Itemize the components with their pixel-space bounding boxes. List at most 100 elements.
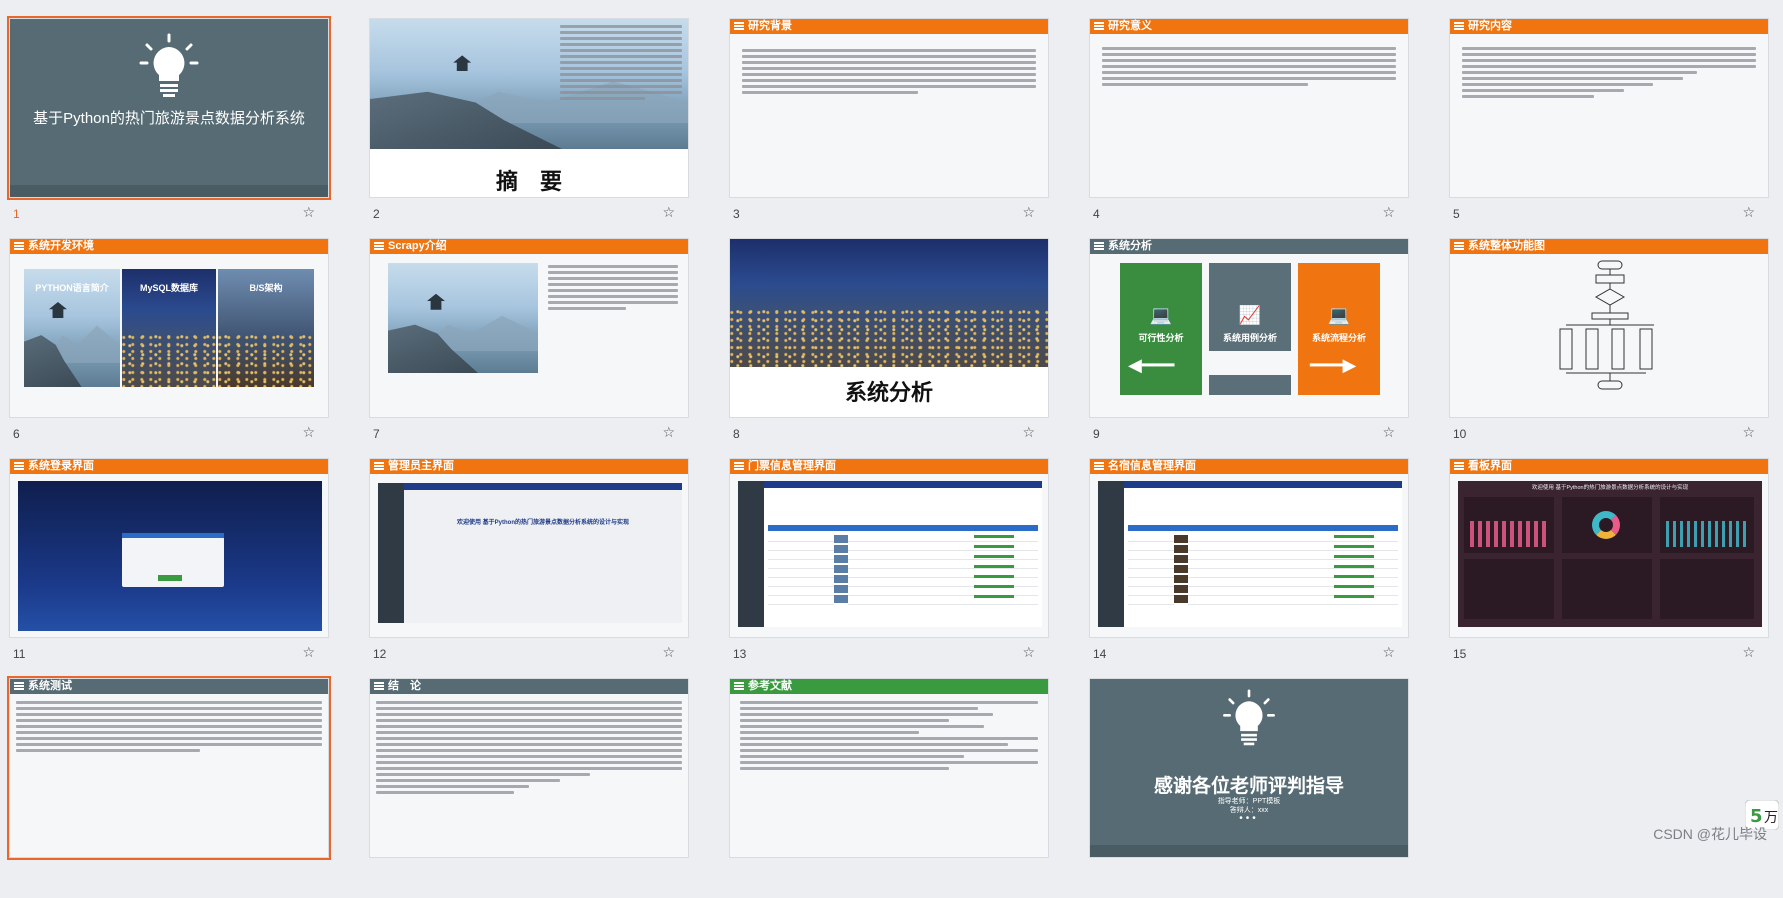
landscape-image: [388, 263, 538, 373]
slide-cell-7: Scrapy介绍 7 ☆: [369, 238, 689, 458]
star-icon[interactable]: ☆: [1022, 644, 1035, 661]
menu-icon: [14, 242, 24, 250]
box-label: 可行性分析: [1120, 331, 1202, 344]
slide-number: 4: [1093, 207, 1100, 221]
slide-number: 1: [13, 207, 20, 221]
slide-cell-9: 系统分析 💻 📈 💻 可行性分析 系统用例分析 系统流程分析 ◀━━━ ━━━▶…: [1089, 238, 1409, 458]
star-icon[interactable]: ☆: [302, 424, 315, 441]
slide-cell-19: 感谢各位老师评判指导 指导老师：PPT模板 答辩人：xxx •••: [1089, 678, 1409, 898]
star-icon[interactable]: ☆: [1742, 424, 1755, 441]
box-label: 系统流程分析: [1298, 331, 1380, 344]
laptop-icon: 💻: [1120, 305, 1202, 326]
slide-cell-17: 结 论: [369, 678, 689, 898]
lightbulb-icon: [1222, 689, 1276, 747]
slide-thumbnail-14[interactable]: 名宿信息管理界面: [1089, 458, 1409, 638]
menu-icon: [1454, 22, 1464, 30]
slide-thumbnail-17[interactable]: 结 论: [369, 678, 689, 858]
slide-title: 摘 要: [370, 164, 688, 196]
star-icon[interactable]: ☆: [1022, 424, 1035, 441]
slide-thumbnail-18[interactable]: 参考文献: [729, 678, 1049, 858]
star-icon[interactable]: ☆: [1742, 644, 1755, 661]
slide-header: 系统整体功能图: [1450, 239, 1768, 254]
slide-body-text: [740, 701, 1038, 773]
slide-header: 名宿信息管理界面: [1090, 459, 1408, 474]
slide-header: Scrapy介绍: [370, 239, 688, 254]
slide-cell-11: 系统登录界面 11 ☆: [9, 458, 329, 678]
chart-icon: 📈: [1209, 305, 1291, 326]
welcome-text: 欢迎使用 基于Python的热门旅游景点数据分析系统的设计与实现: [406, 517, 680, 526]
slide-number: 6: [13, 427, 20, 441]
slide-thumbnail-4[interactable]: 研究意义: [1089, 18, 1409, 198]
menu-icon: [374, 462, 384, 470]
star-icon[interactable]: ☆: [1382, 424, 1395, 441]
box-label: 系统用例分析: [1209, 331, 1291, 344]
slide-cell-18: 参考文献: [729, 678, 1049, 898]
star-icon[interactable]: ☆: [1382, 204, 1395, 221]
slide-thumbnail-10[interactable]: 系统整体功能图: [1449, 238, 1769, 418]
slide-cell-10: 系统整体功能图 10 ☆: [1449, 238, 1769, 458]
city-image: [730, 239, 1049, 367]
star-icon[interactable]: ☆: [302, 644, 315, 661]
slide-header-label: Scrapy介绍: [388, 240, 447, 252]
tile-label: MySQL数据库: [122, 281, 216, 294]
slide-header-label: 门票信息管理界面: [748, 460, 836, 472]
slide-sorter-grid: 基于Python的热门旅游景点数据分析系统 1 ☆ 摘 要 2 ☆ 研究背景 3…: [9, 18, 1769, 898]
star-icon[interactable]: ☆: [662, 204, 675, 221]
slide-cell-3: 研究背景 3 ☆: [729, 18, 1049, 238]
slide-thumbnail-8[interactable]: 系统分析: [729, 238, 1049, 418]
slide-thumbnail-1[interactable]: 基于Python的热门旅游景点数据分析系统: [9, 18, 329, 198]
slide-cell-13: 门票信息管理界面 13 ☆: [729, 458, 1049, 678]
menu-icon: [1094, 22, 1104, 30]
slide-thumbnail-5[interactable]: 研究内容: [1449, 18, 1769, 198]
star-icon[interactable]: ☆: [662, 644, 675, 661]
slide-title: 基于Python的热门旅游景点数据分析系统: [10, 107, 328, 128]
slide-header-label: 系统分析: [1108, 240, 1152, 252]
login-screenshot: [18, 481, 322, 631]
menu-icon: [1454, 462, 1464, 470]
slide-header: 门票信息管理界面: [730, 459, 1048, 474]
slide-header: 看板界面: [1450, 459, 1768, 474]
slide-header-label: 看板界面: [1468, 460, 1512, 472]
slide-thumbnail-13[interactable]: 门票信息管理界面: [729, 458, 1049, 638]
lightbulb-icon: [139, 33, 199, 99]
slide-thumbnail-11[interactable]: 系统登录界面: [9, 458, 329, 638]
footer-strip: [1090, 845, 1408, 857]
star-icon[interactable]: ☆: [1022, 204, 1035, 221]
slide-thumbnail-9[interactable]: 系统分析 💻 📈 💻 可行性分析 系统用例分析 系统流程分析 ◀━━━ ━━━▶: [1089, 238, 1409, 418]
menu-icon: [734, 682, 744, 690]
star-icon[interactable]: ☆: [662, 424, 675, 441]
laptop-chart-icon: 💻: [1298, 305, 1380, 326]
slide-body-text: [1102, 47, 1396, 89]
slide-number: 2: [373, 207, 380, 221]
slide-header: 研究背景: [730, 19, 1048, 34]
slide-number: 15: [1453, 647, 1466, 661]
slide-thumbnail-2[interactable]: 摘 要: [369, 18, 689, 198]
slide-header-label: 系统登录界面: [28, 460, 94, 472]
slide-number: 13: [733, 647, 746, 661]
menu-icon: [374, 242, 384, 250]
slide-thumbnail-15[interactable]: 看板界面 欢迎使用 基于Python的热门旅游景点数据分析系统的设计与实现: [1449, 458, 1769, 638]
slide-header-label: 研究意义: [1108, 20, 1152, 32]
abstract-text: [560, 25, 682, 103]
slide-header-label: 系统整体功能图: [1468, 240, 1545, 252]
slide-thumbnail-3[interactable]: 研究背景: [729, 18, 1049, 198]
slide-thumbnail-12[interactable]: 管理员主界面 欢迎使用 基于Python的热门旅游景点数据分析系统的设计与实现: [369, 458, 689, 638]
slide-cell-8: 系统分析 8 ☆: [729, 238, 1049, 458]
star-icon[interactable]: ☆: [1742, 204, 1755, 221]
slide-header-label: 研究内容: [1468, 20, 1512, 32]
slide-thumbnail-16[interactable]: 系统测试: [9, 678, 329, 858]
menu-icon: [734, 22, 744, 30]
slide-body-text: [16, 701, 322, 755]
slide-thumbnail-6[interactable]: 系统开发环境 PYTHON语言简介 MySQL数据库 B/S架构: [9, 238, 329, 418]
slide-header: 系统开发环境: [10, 239, 328, 254]
slide-cell-16: 系统测试: [9, 678, 329, 898]
slide-number: 8: [733, 427, 740, 441]
slide-thumbnail-19[interactable]: 感谢各位老师评判指导 指导老师：PPT模板 答辩人：xxx •••: [1089, 678, 1409, 858]
watermark: CSDN @花儿毕设: [1653, 824, 1767, 844]
slide-header: 系统登录界面: [10, 459, 328, 474]
star-icon[interactable]: ☆: [1382, 644, 1395, 661]
star-icon[interactable]: ☆: [302, 204, 315, 221]
slide-header: 研究意义: [1090, 19, 1408, 34]
menu-icon: [734, 462, 744, 470]
slide-thumbnail-7[interactable]: Scrapy介绍: [369, 238, 689, 418]
